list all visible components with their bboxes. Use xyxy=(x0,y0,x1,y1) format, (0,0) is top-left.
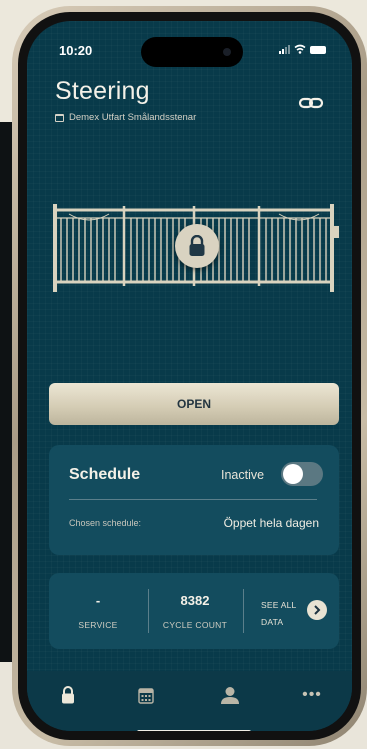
wifi-icon xyxy=(294,44,306,54)
status-time: 10:20 xyxy=(59,43,93,58)
more-icon[interactable]: ••• xyxy=(297,683,327,707)
see-all-data-link[interactable]: SEE ALL DATA xyxy=(261,597,296,631)
gate-lock-badge xyxy=(175,224,219,268)
lock-icon xyxy=(62,686,74,704)
stats-card: - SERVICE 8382 CYCLE COUNT SEE ALL DATA xyxy=(49,573,339,649)
calendar-icon xyxy=(138,687,154,704)
tab-schedule[interactable] xyxy=(131,683,161,707)
link-icon[interactable] xyxy=(298,95,324,111)
app-screen: 10:20 Steering Demex Utfart Smålandssten… xyxy=(27,21,352,731)
location-subtitle: Demex Utfart Smålandsstenar xyxy=(55,112,196,123)
stat-divider xyxy=(243,589,244,633)
schedule-status: Inactive xyxy=(221,468,265,482)
chosen-schedule-label: Chosen schedule: xyxy=(69,518,142,528)
see-all-data-button[interactable] xyxy=(307,600,327,620)
see-all-line2: DATA xyxy=(261,617,284,627)
tab-steering[interactable] xyxy=(53,683,83,707)
open-button[interactable]: OPEN xyxy=(49,383,339,425)
calendar-mini-icon xyxy=(55,113,64,122)
service-value: - xyxy=(95,593,101,608)
phone-frame: 10:20 Steering Demex Utfart Smålandssten… xyxy=(12,6,367,746)
camera-icon xyxy=(223,48,231,56)
schedule-toggle[interactable] xyxy=(281,462,323,486)
status-icons xyxy=(279,44,326,54)
home-indicator xyxy=(137,730,251,731)
stat-divider xyxy=(148,589,149,633)
service-label: SERVICE xyxy=(78,620,118,630)
chosen-schedule-value[interactable]: Öppet hela dagen xyxy=(224,516,319,530)
battery-icon xyxy=(310,46,326,54)
chevron-right-icon xyxy=(314,605,321,615)
phone-bezel: 10:20 Steering Demex Utfart Smålandssten… xyxy=(18,12,361,740)
schedule-title: Schedule xyxy=(69,466,141,483)
dynamic-island xyxy=(141,37,243,67)
user-icon xyxy=(221,687,239,704)
lock-icon xyxy=(189,235,205,256)
toggle-knob xyxy=(283,464,303,484)
signal-icon xyxy=(279,44,290,54)
tab-bar: ••• xyxy=(27,671,352,731)
schedule-card: Schedule Inactive Chosen schedule: Öppet… xyxy=(49,445,339,555)
cycle-count-value: 8382 xyxy=(180,593,210,608)
divider xyxy=(69,499,317,500)
see-all-line1: SEE ALL xyxy=(261,600,297,610)
location-label: Demex Utfart Smålandsstenar xyxy=(69,112,197,123)
page-title: Steering xyxy=(55,77,150,105)
tab-profile[interactable] xyxy=(215,683,245,707)
cycle-count-label: CYCLE COUNT xyxy=(162,620,228,630)
